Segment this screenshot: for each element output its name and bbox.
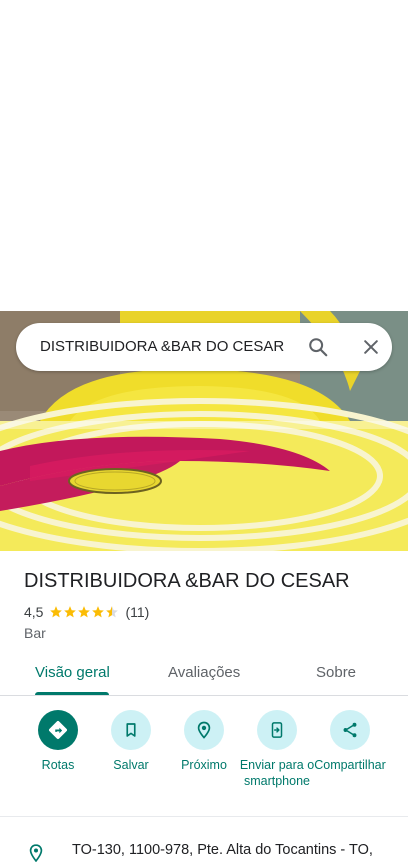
place-category: Bar <box>24 625 46 641</box>
star-icon <box>50 606 63 618</box>
review-count: (11) <box>125 604 150 620</box>
share-circle <box>330 710 370 750</box>
tab-bar: Visão geral Avaliações Sobre <box>0 650 408 696</box>
save-circle <box>111 710 151 750</box>
rating-value: 4,5 <box>24 604 44 620</box>
close-icon <box>364 340 378 354</box>
star-icon <box>92 606 105 618</box>
active-tab-indicator <box>35 692 109 695</box>
close-button[interactable] <box>357 333 385 361</box>
nearby-circle <box>184 710 224 750</box>
star-icon <box>78 606 91 618</box>
search-button[interactable] <box>304 333 332 361</box>
action-row: Rotas Salvar Próximo Enviar para o smart… <box>0 697 408 817</box>
send-to-phone-label: Enviar para o smartphone <box>239 758 315 788</box>
directions-label: Rotas <box>41 758 75 772</box>
search-input[interactable]: DISTRIBUIDORA &BAR DO CESAR <box>40 338 284 355</box>
send-to-phone-circle <box>257 710 297 750</box>
share-button[interactable]: Compartilhar <box>310 710 390 773</box>
location-pin-icon <box>29 844 43 862</box>
address-text: TO-130, 1100-978, Pte. Alta do Tocantins… <box>72 842 373 858</box>
save-label: Salvar <box>113 758 149 772</box>
search-icon <box>309 338 328 357</box>
nearby-button[interactable]: Próximo <box>164 710 244 773</box>
directions-icon <box>49 721 67 739</box>
nearby-label: Próximo <box>181 758 227 772</box>
place-title: DISTRIBUIDORA &BAR DO CESAR <box>24 570 350 592</box>
half-star-icon <box>106 606 119 618</box>
share-icon <box>343 722 357 738</box>
bookmark-icon <box>126 723 136 737</box>
share-label: Compartilhar <box>314 758 386 772</box>
star-icon <box>64 606 77 618</box>
rating-row[interactable]: 4,5 (11) <box>24 603 149 621</box>
map-blank-area <box>0 0 408 311</box>
save-button[interactable]: Salvar <box>91 710 171 773</box>
tab-overview[interactable]: Visão geral <box>35 664 110 681</box>
search-bar[interactable]: DISTRIBUIDORA &BAR DO CESAR <box>16 323 392 371</box>
star-rating <box>49 605 119 619</box>
directions-button[interactable]: Rotas <box>18 710 98 773</box>
tab-about[interactable]: Sobre <box>316 664 356 681</box>
directions-circle <box>38 710 78 750</box>
address-row[interactable]: TO-130, 1100-978, Pte. Alta do Tocantins… <box>0 832 408 862</box>
nearby-icon <box>197 721 211 739</box>
send-to-phone-icon <box>271 722 283 738</box>
send-to-phone-button[interactable]: Enviar para o smartphone <box>237 710 317 789</box>
tab-reviews[interactable]: Avaliações <box>168 664 240 681</box>
